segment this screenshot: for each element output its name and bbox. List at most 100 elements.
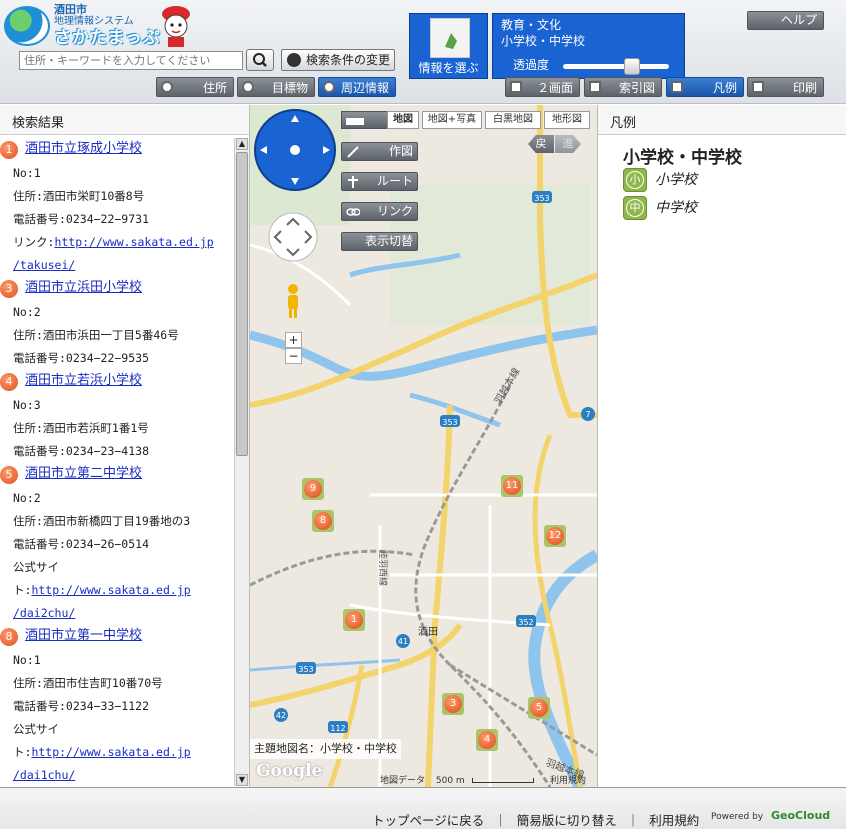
site-logo[interactable]: 酒田市 地理情報システム さかたまっぷ	[4, 2, 204, 50]
draw-label: 作図	[388, 144, 413, 158]
draw-button[interactable]: 作図	[341, 142, 418, 161]
change-conditions-button[interactable]: 検索条件の変更	[281, 49, 395, 71]
result-no: No:1	[13, 653, 41, 667]
index-map-label: 索引図	[618, 81, 655, 95]
scroll-up-icon[interactable]: ▲	[236, 138, 248, 150]
toggle-display-button[interactable]: 表示切替	[341, 232, 418, 251]
help-button[interactable]: ヘルプ	[747, 11, 824, 30]
transparency-slider[interactable]	[563, 64, 669, 69]
result-address: 住所:酒田市浜田一丁目5番46号	[13, 328, 179, 342]
nav-control[interactable]	[267, 211, 319, 263]
marker-number: 4	[478, 731, 496, 749]
legend-button[interactable]: 凡例	[666, 77, 744, 97]
tab-map[interactable]: 地図	[387, 111, 419, 129]
header: 酒田市 地理情報システム さかたまっぷ 検索条件の変更 住所 目標物 周辺情報	[0, 0, 846, 104]
search-input[interactable]	[19, 51, 243, 70]
tab-nearby[interactable]: 周辺情報	[318, 77, 396, 97]
school-marker[interactable]: 4	[476, 729, 498, 751]
print-button[interactable]: 印刷	[747, 77, 824, 97]
legend-panel: 凡例 小学校・中学校 小 小学校 中 中学校	[597, 105, 846, 787]
search-button[interactable]	[246, 49, 274, 71]
result-url-link[interactable]: http://www.sakata.ed.jp	[31, 745, 190, 759]
tab-landmark[interactable]: 目標物	[237, 77, 315, 97]
select-info-button[interactable]: 情報を選ぶ	[409, 13, 488, 79]
list-item: 1 酒田市立琢成小学校 No:1 住所:酒田市栄町10番8号 電話番号:0234…	[0, 138, 234, 277]
index-map-button[interactable]: 索引図	[584, 77, 662, 97]
scroll-down-icon[interactable]: ▼	[236, 774, 248, 786]
result-address: 住所:酒田市住吉町10番70号	[13, 676, 163, 690]
terms-link[interactable]: 利用規約	[649, 813, 699, 828]
school-marker[interactable]: 12	[544, 525, 566, 547]
result-link-label-row: 公式サイ	[13, 722, 59, 736]
map-terms-link[interactable]: 利用規約	[550, 773, 586, 786]
tab-terrain[interactable]: 地形図	[544, 111, 590, 129]
result-name-link[interactable]: 酒田市立第二中学校	[25, 466, 142, 481]
marker-number: 5	[530, 699, 548, 717]
legend-heading: 小学校・中学校	[623, 148, 742, 168]
search-icon	[161, 81, 173, 93]
school-marker[interactable]: 9	[302, 478, 324, 500]
result-badge: 4	[0, 373, 18, 391]
legend-item-label: 小学校	[655, 172, 697, 188]
result-address: 住所:酒田市栄町10番8号	[13, 189, 145, 203]
map-canvas[interactable]: 353 353 353 7 41 42 112 352 羽越本線 羽越本線 陸羽…	[250, 105, 597, 787]
road-353b-label: 353	[442, 418, 457, 427]
list-item: 8 酒田市立第一中学校 No:1 住所:酒田市住吉町10番70号 電話番号:02…	[0, 625, 234, 786]
simple-version-link[interactable]: 簡易版に切り替え	[517, 813, 617, 828]
result-name-link[interactable]: 酒田市立琢成小学校	[25, 141, 142, 156]
result-url-link-cont[interactable]: /takusei/	[13, 258, 75, 272]
school-marker[interactable]: 11	[501, 475, 523, 497]
pan-control[interactable]	[253, 108, 337, 192]
result-name-link[interactable]: 酒田市立浜田小学校	[25, 280, 142, 295]
logo-name: さかたまっぷ	[54, 28, 161, 48]
results-panel: 検索結果 1 酒田市立琢成小学校 No:1 住所:酒田市栄町10番8号 電話番号…	[0, 105, 250, 787]
result-url-link[interactable]: http://www.sakata.ed.jp	[31, 583, 190, 597]
result-url-link[interactable]: http://www.sakata.ed.jp	[54, 235, 213, 249]
tab-address[interactable]: 住所	[156, 77, 234, 97]
link-label: リンク	[376, 204, 413, 218]
school-marker[interactable]: 1	[343, 609, 365, 631]
map-view[interactable]: 353 353 353 7 41 42 112 352 羽越本線 羽越本線 陸羽…	[250, 105, 597, 787]
result-link-label: ト:	[13, 745, 32, 759]
transparency-slider-handle[interactable]	[623, 58, 640, 75]
result-url-link-cont[interactable]: /dai2chu/	[13, 606, 75, 620]
result-phone: 電話番号:0234−22−9535	[13, 351, 150, 365]
result-no: No:2	[13, 491, 41, 505]
legend-icon-char: 中	[626, 199, 644, 217]
road-352-label: 352	[518, 618, 533, 627]
results-scrollbar[interactable]: ▲ ▼	[234, 138, 249, 786]
map-thumb-icon	[445, 33, 457, 49]
settings-icon	[287, 53, 301, 67]
zoom-out-button[interactable]: −	[285, 348, 302, 364]
map-theme-caption: 主題地図名：小学校・中学校	[250, 739, 401, 759]
split-screen-button[interactable]: ２画面	[505, 77, 580, 97]
school-marker[interactable]: 8	[312, 510, 334, 532]
change-conditions-label: 検索条件の変更	[306, 53, 391, 67]
list-item: 4 酒田市立若浜小学校 No:3 住所:酒田市若浜町1番1号 電話番号:0234…	[0, 370, 234, 463]
powered-by-label: Powered by	[711, 812, 764, 822]
ruler-icon	[346, 118, 364, 125]
link-button[interactable]: リンク	[341, 202, 418, 221]
top-page-link[interactable]: トップページに戻る	[372, 813, 484, 828]
route-button[interactable]: ルート	[341, 172, 418, 191]
print-label: 印刷	[792, 81, 817, 95]
zoom-in-button[interactable]: +	[285, 332, 302, 348]
result-url-link-cont[interactable]: /dai1chu/	[13, 768, 75, 782]
school-marker[interactable]: 5	[528, 697, 550, 719]
list-item: 3 酒田市立浜田小学校 No:2 住所:酒田市浜田一丁目5番46号 電話番号:0…	[0, 277, 234, 370]
marker-number: 12	[546, 527, 564, 545]
result-name-link[interactable]: 酒田市立第一中学校	[25, 628, 142, 643]
result-name-link[interactable]: 酒田市立若浜小学校	[25, 373, 142, 388]
school-marker[interactable]: 3	[442, 693, 464, 715]
tab-landmark-label: 目標物	[271, 81, 308, 95]
tab-map-photo[interactable]: 地図+写真	[422, 111, 482, 129]
result-header: 4 酒田市立若浜小学校	[0, 370, 234, 394]
pegman-icon[interactable]	[285, 283, 301, 319]
tab-monochrome[interactable]: 白黒地図	[485, 111, 541, 129]
result-address: 住所:酒田市若浜町1番1号	[13, 421, 149, 435]
scrollbar-thumb[interactable]	[236, 152, 248, 456]
marker-number: 9	[304, 480, 322, 498]
result-header: 1 酒田市立琢成小学校	[0, 138, 234, 162]
split-screen-label: ２画面	[536, 81, 573, 95]
search-icon	[242, 81, 254, 93]
